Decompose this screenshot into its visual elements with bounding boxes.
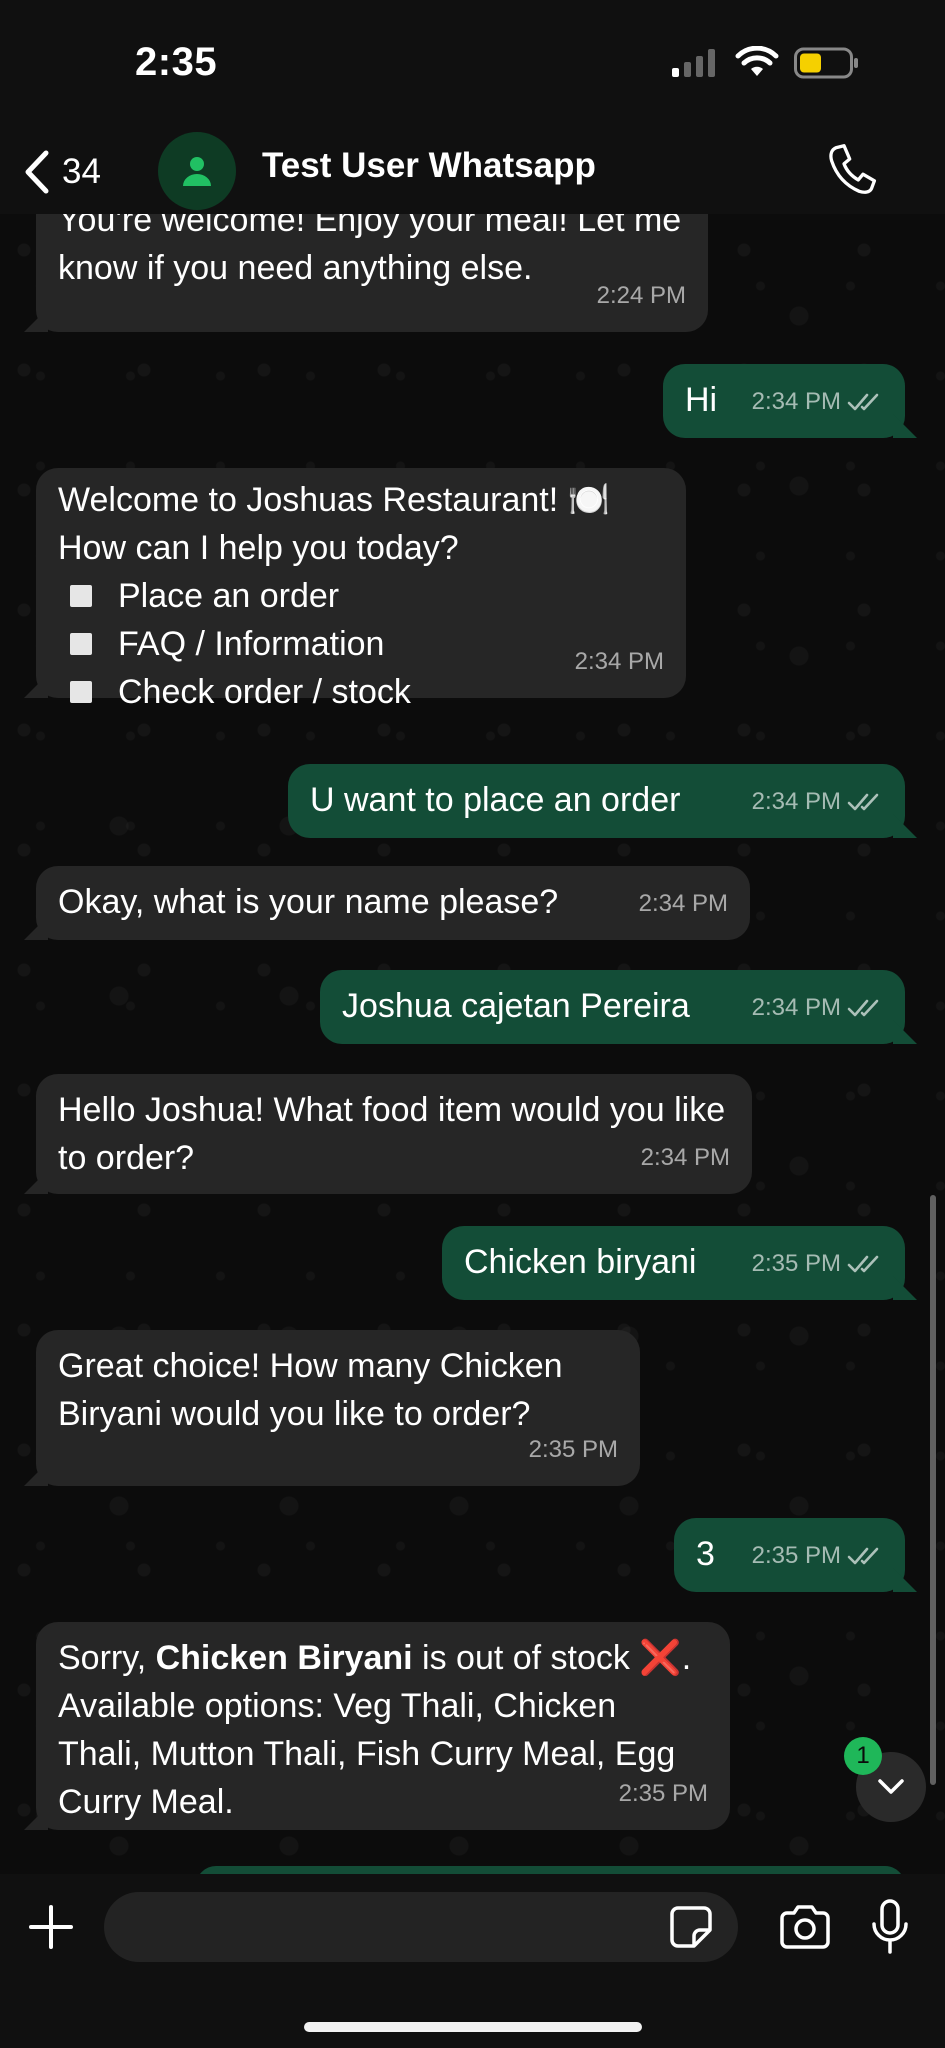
wifi-icon	[735, 46, 779, 76]
outgoing-message[interactable]: 3 2:35 PM	[674, 1518, 905, 1592]
message-text: Welcome to Joshuas Restaurant! 🍽️	[58, 481, 610, 519]
chat-header: 34 Test User Whatsapp	[0, 130, 945, 214]
bold-text: Chicken Biryani	[155, 1639, 413, 1677]
message-time: 2:35 PM	[528, 1436, 618, 1463]
incoming-message[interactable]: Great choice! How many Chicken Biryani w…	[36, 1330, 640, 1486]
status-time: 2:35	[135, 40, 218, 84]
microphone-icon[interactable]	[868, 1898, 912, 1956]
menu-option: Check order / stock	[58, 668, 664, 716]
message-time: 2:34 PM	[751, 388, 841, 415]
double-check-icon	[847, 1255, 879, 1273]
chevron-left-icon	[25, 150, 49, 194]
unread-badge: 1	[844, 1737, 882, 1775]
outgoing-message[interactable]: U want to place an order 2:34 PM	[288, 764, 905, 838]
outgoing-message[interactable]: Joshua cajetan Pereira 2:34 PM	[320, 970, 905, 1044]
message-text: How can I help you today?	[58, 529, 459, 567]
menu-option: FAQ / Information	[58, 620, 664, 668]
message-text: You're welcome! Enjoy your meal! Let me …	[58, 214, 682, 287]
cross-mark-icon: ❌	[639, 1639, 682, 1677]
message-text: Hello Joshua! What food item would you l…	[58, 1091, 726, 1177]
incoming-message[interactable]: Okay, what is your name please? 2:34 PM	[36, 866, 750, 940]
incoming-message[interactable]: Sorry, Chicken Biryani is out of stock ❌…	[36, 1622, 730, 1830]
bullet-square-icon	[70, 681, 92, 703]
message-input[interactable]	[104, 1892, 738, 1962]
incoming-message[interactable]: Hello Joshua! What food item would you l…	[36, 1074, 752, 1194]
outgoing-message[interactable]: Hi 2:34 PM	[663, 364, 905, 438]
message-text: Great choice! How many Chicken Biryani w…	[58, 1347, 563, 1433]
person-icon	[183, 157, 211, 186]
incoming-message[interactable]: You're welcome! Enjoy your meal! Let me …	[36, 214, 708, 332]
chat-messages[interactable]: You're welcome! Enjoy your meal! Let me …	[0, 214, 945, 1874]
home-indicator[interactable]	[304, 2022, 642, 2032]
outgoing-message[interactable]	[196, 1866, 905, 1874]
contact-name[interactable]: Test User Whatsapp	[262, 146, 596, 186]
message-time: 2:34 PM	[751, 994, 841, 1021]
menu-option: Place an order	[58, 572, 664, 620]
status-bar: 2:35	[0, 0, 945, 130]
message-text: Sorry, Chicken Biryani is out of stock ❌…	[58, 1639, 692, 1821]
double-check-icon	[847, 793, 879, 811]
sticker-icon[interactable]	[668, 1904, 714, 1950]
outgoing-message[interactable]: Chicken biryani 2:35 PM	[442, 1226, 905, 1300]
message-time: 2:34 PM	[751, 788, 841, 815]
message-text: Okay, what is your name please?	[58, 883, 559, 921]
composer-bar	[0, 1874, 945, 2048]
message-time: 2:24 PM	[596, 282, 686, 309]
double-check-icon	[847, 1547, 879, 1565]
double-check-icon	[847, 393, 879, 411]
message-time: 2:35 PM	[751, 1250, 841, 1277]
double-check-icon	[847, 999, 879, 1017]
cellular-signal-icon	[672, 49, 715, 77]
bullet-square-icon	[70, 633, 92, 655]
incoming-message[interactable]: Welcome to Joshuas Restaurant! 🍽️ How ca…	[36, 468, 686, 711]
avatar[interactable]	[158, 132, 236, 210]
camera-icon[interactable]	[778, 1902, 832, 1952]
unread-chats-count: 34	[62, 152, 101, 191]
message-time: 2:35 PM	[618, 1780, 708, 1807]
phone-icon[interactable]	[828, 140, 880, 200]
message-time: 2:35 PM	[751, 1542, 841, 1569]
message-time: 2:34 PM	[574, 648, 664, 675]
scrollbar[interactable]	[930, 1195, 936, 1785]
chevron-down-icon	[878, 1779, 904, 1794]
back-button[interactable]: 34	[22, 142, 101, 202]
message-time: 2:34 PM	[640, 1144, 730, 1171]
bullet-square-icon	[70, 585, 92, 607]
plus-icon[interactable]	[26, 1902, 76, 1952]
battery-icon	[794, 47, 858, 79]
message-time: 2:34 PM	[638, 890, 728, 917]
